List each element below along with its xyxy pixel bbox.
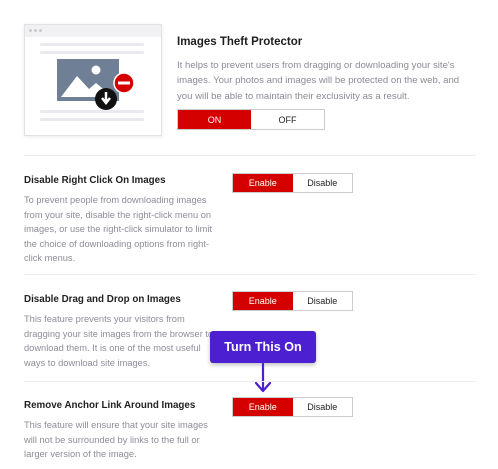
hero-illustration <box>24 24 162 136</box>
window-dot <box>34 29 37 32</box>
divider <box>24 274 476 275</box>
section-description: This feature will ensure that your site … <box>24 420 208 460</box>
section-title: Remove Anchor Link Around Images <box>24 400 196 411</box>
enable-button[interactable]: Enable <box>233 292 293 310</box>
divider <box>24 155 476 156</box>
hero-title: Images Theft Protector <box>177 36 303 48</box>
disable-button[interactable]: Disable <box>292 174 352 192</box>
window-dot <box>39 29 42 32</box>
divider <box>24 381 476 382</box>
disable-button[interactable]: Disable <box>292 292 352 310</box>
placeholder-line <box>40 118 144 121</box>
placeholder-line <box>40 43 144 46</box>
drag-drop-toggle[interactable]: Enable Disable <box>232 291 353 311</box>
anchor-link-toggle[interactable]: Enable Disable <box>232 397 353 417</box>
section-title: Disable Right Click On Images <box>24 175 166 186</box>
disable-button[interactable]: Disable <box>292 398 352 416</box>
window-dot <box>29 29 32 32</box>
right-click-toggle[interactable]: Enable Disable <box>232 173 353 193</box>
protected-image-icon <box>57 59 135 110</box>
section-title: Disable Drag and Drop on Images <box>24 294 181 305</box>
enable-button[interactable]: Enable <box>233 174 293 192</box>
section-description: This feature prevents your visitors from… <box>24 314 214 368</box>
turn-on-callout: Turn This On <box>210 331 316 363</box>
arrow-down-icon <box>254 363 272 393</box>
protector-toggle[interactable]: ON OFF <box>177 109 325 130</box>
enable-button[interactable]: Enable <box>233 398 293 416</box>
hero-description: It helps to prevent users from dragging … <box>177 60 460 102</box>
off-button[interactable]: OFF <box>251 110 324 129</box>
on-button[interactable]: ON <box>178 110 251 129</box>
placeholder-line <box>40 51 144 54</box>
section-description: To prevent people from downloading image… <box>24 195 213 264</box>
window-bar <box>25 25 161 37</box>
